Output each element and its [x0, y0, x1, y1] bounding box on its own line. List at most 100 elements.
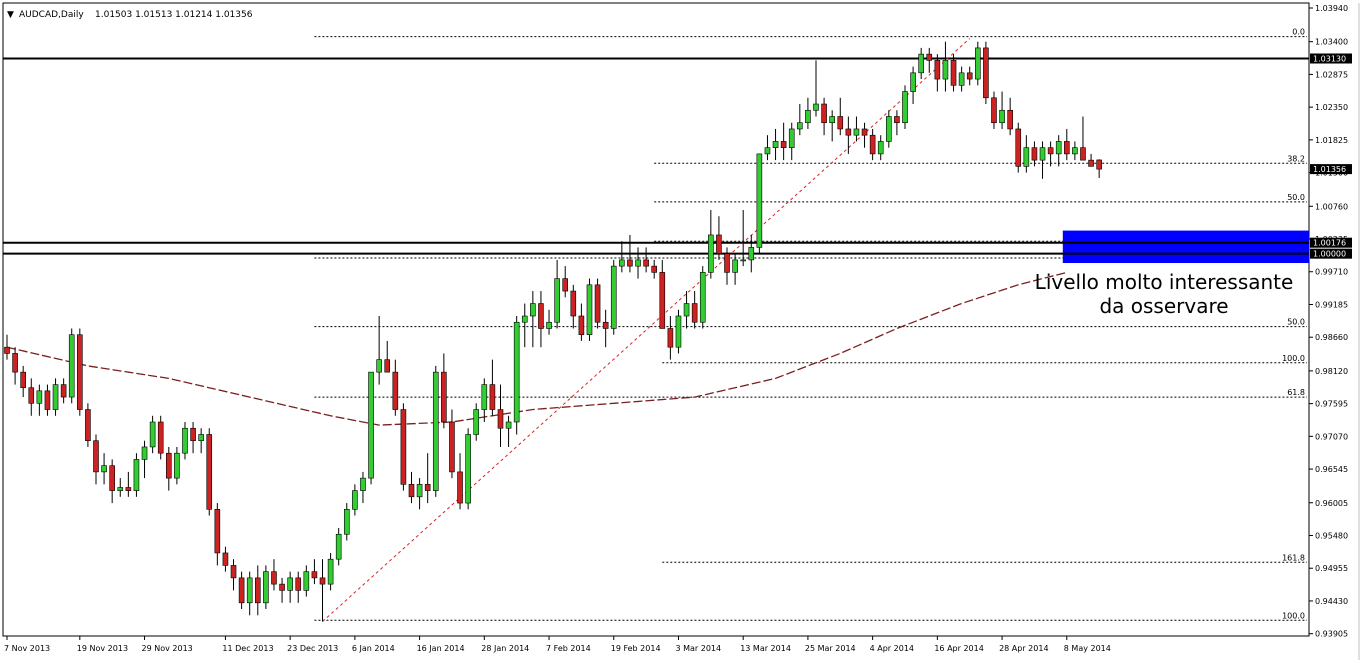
bear-candle-body: [627, 259, 633, 267]
bull-candle-body: [708, 234, 714, 273]
candle: [675, 309, 682, 354]
bear-candle-body: [837, 116, 844, 130]
bull-candle-body: [521, 315, 528, 323]
bull-candle-body: [813, 103, 819, 111]
bear-candle-body: [716, 234, 722, 254]
bear-candle-body: [497, 409, 504, 429]
candle: [368, 371, 374, 485]
bull-candle-body: [610, 265, 617, 329]
bear-candle-body: [125, 487, 132, 491]
bear-candle-body: [44, 390, 51, 410]
bear-candle-body: [1088, 159, 1094, 167]
candle: [902, 85, 908, 129]
price-tick-label: 0.96545: [1315, 465, 1348, 474]
bull-candle-body: [327, 558, 334, 585]
bull-candle-body: [263, 571, 269, 604]
bear-candle-body: [570, 290, 577, 317]
bear-candle-body: [991, 97, 997, 124]
annotation-line-2: da osservare: [1099, 294, 1228, 318]
symbol-label: AUDCAD,Daily: [19, 10, 84, 20]
candle: [699, 266, 706, 329]
bear-candle-body: [934, 60, 941, 80]
bull-candle-body: [101, 465, 107, 473]
bull-candle-body: [764, 147, 771, 155]
candle: [157, 415, 164, 460]
fib-level-label: 61.8: [1287, 388, 1305, 397]
time-tick-label: 3 Mar 2014: [675, 644, 721, 653]
candle: [400, 403, 407, 491]
bear-candle-body: [538, 303, 544, 329]
menu-arrow-icon[interactable]: ▼: [7, 10, 14, 20]
bull-candle-body: [117, 487, 124, 491]
bull-candle-body: [465, 434, 471, 504]
price-tick-label: 0.99710: [1315, 268, 1348, 277]
price-tick-label: 1.02350: [1315, 103, 1348, 112]
bull-candle-body: [918, 53, 924, 74]
bear-candle-body: [651, 265, 658, 273]
bear-candle-body: [449, 421, 455, 473]
price-tick-label: 0.97595: [1315, 400, 1348, 409]
candlestick-chart[interactable]: 0.038.250.061.8100.050.0100.061.8161.810…: [0, 0, 1366, 660]
bear-candle-body: [1080, 147, 1086, 161]
bull-candle-body: [554, 278, 560, 323]
bull-candle-body: [635, 259, 641, 267]
price-tag-label: 1.01356: [1313, 165, 1346, 174]
bull-candle-body: [198, 434, 204, 442]
price-tick-label: 0.98120: [1315, 367, 1348, 376]
bear-candle-body: [424, 484, 431, 491]
fib-level-label: 161.8: [1282, 553, 1305, 562]
bull-candle-body: [432, 371, 439, 491]
bull-candle-body: [619, 259, 625, 267]
bear-candle-body: [271, 571, 277, 585]
price-tick-label: 0.97070: [1315, 432, 1348, 441]
time-tick-label: 13 Mar 2014: [740, 644, 791, 653]
bear-candle-body: [1047, 147, 1054, 155]
candle: [68, 328, 75, 404]
bull-candle-body: [877, 141, 884, 155]
fib-level-label: 100.0: [1282, 354, 1305, 363]
bear-candle-body: [85, 409, 91, 442]
bear-candle-body: [602, 321, 609, 329]
price-tick-label: 1.03940: [1315, 4, 1348, 13]
chart-window: 0.038.250.061.8100.050.0100.061.8161.810…: [0, 0, 1366, 660]
bear-candle-body: [869, 134, 876, 155]
bull-candle-body: [788, 128, 795, 148]
bear-candle-body: [821, 103, 827, 124]
bull-candle-body: [182, 427, 188, 454]
bear-candle-body: [578, 315, 585, 336]
bear-candle-body: [845, 128, 852, 136]
bull-candle-body: [1039, 147, 1046, 161]
bull-candle-body: [352, 490, 358, 510]
bear-candle-body: [384, 359, 391, 373]
time-tick-label: 28 Jan 2014: [481, 644, 529, 653]
candle: [586, 278, 593, 341]
time-tick-label: 25 Mar 2014: [805, 644, 856, 653]
bear-candle-body: [861, 128, 868, 136]
bull-candle-body: [886, 116, 892, 142]
time-tick-label: 28 Apr 2014: [999, 644, 1048, 653]
candle: [594, 278, 601, 329]
candle: [513, 316, 520, 435]
price-tick-label: 0.99185: [1315, 300, 1348, 309]
bull-candle-body: [287, 577, 293, 591]
bull-candle-body: [675, 315, 682, 348]
price-tick-label: 0.96005: [1315, 499, 1348, 508]
candle: [1015, 122, 1022, 173]
bull-candle-body: [530, 303, 536, 317]
bear-candle-body: [157, 421, 164, 454]
bear-candle-body: [643, 259, 649, 267]
candle: [206, 428, 213, 516]
bull-candle-body: [902, 91, 908, 124]
price-tick-label: 1.01825: [1315, 136, 1348, 145]
bull-candle-body: [473, 409, 480, 435]
bear-candle-body: [166, 452, 172, 479]
bull-candle-body: [999, 109, 1005, 124]
fib-level-label: 0.0: [1292, 28, 1305, 37]
bull-candle-body: [958, 72, 965, 86]
bear-candle-body: [894, 116, 900, 124]
price-tick-label: 0.94430: [1315, 597, 1348, 606]
bear-candle-body: [489, 384, 496, 410]
price-tick-label: 0.93905: [1315, 630, 1348, 639]
bear-candle-body: [238, 577, 245, 604]
bear-candle-body: [1015, 128, 1022, 167]
